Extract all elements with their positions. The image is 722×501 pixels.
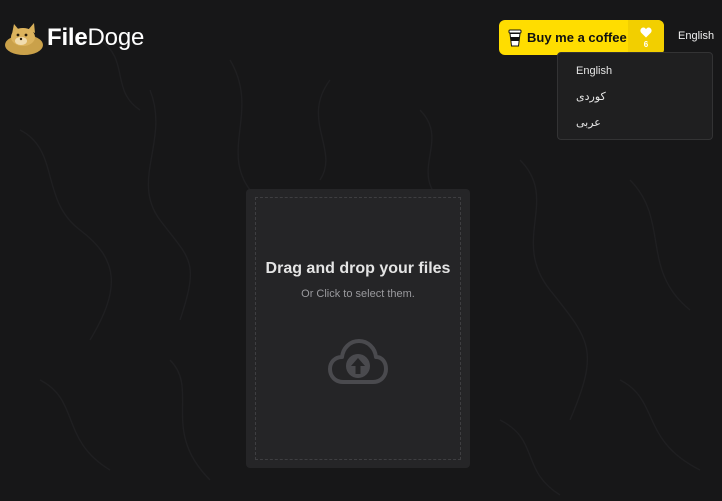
page: FileDoge Buy me a coffee 6 English Engli… [0, 0, 722, 501]
coffee-count: 6 [628, 20, 664, 55]
file-dropzone[interactable]: Drag and drop your files Or Click to sel… [246, 189, 470, 468]
language-selector[interactable]: English [678, 30, 714, 42]
dropzone-title: Drag and drop your files [265, 260, 451, 277]
language-menu: English کوردی عربی [557, 52, 713, 140]
brand-name-light: Doge [87, 24, 145, 51]
dropzone-dashed-border [255, 197, 461, 460]
cloud-upload-icon [328, 339, 388, 384]
brand-name-bold: File [47, 24, 88, 51]
language-option-arabic[interactable]: عربی [558, 115, 712, 141]
language-option-kurdish[interactable]: کوردی [558, 89, 712, 115]
dropzone-subtitle: Or Click to select them. [301, 288, 415, 300]
logo-link[interactable]: FileDoge [4, 18, 144, 58]
coffee-count-number: 6 [643, 39, 649, 49]
coffee-main: Buy me a coffee [499, 20, 628, 55]
coffee-cup-icon [508, 29, 522, 46]
heart-icon [640, 27, 652, 37]
brand-name: FileDoge [47, 18, 144, 58]
coffee-label: Buy me a coffee [527, 30, 627, 45]
language-option-english[interactable]: English [558, 63, 712, 89]
buy-me-a-coffee-button[interactable]: Buy me a coffee 6 [499, 20, 664, 55]
doge-icon [5, 23, 43, 55]
